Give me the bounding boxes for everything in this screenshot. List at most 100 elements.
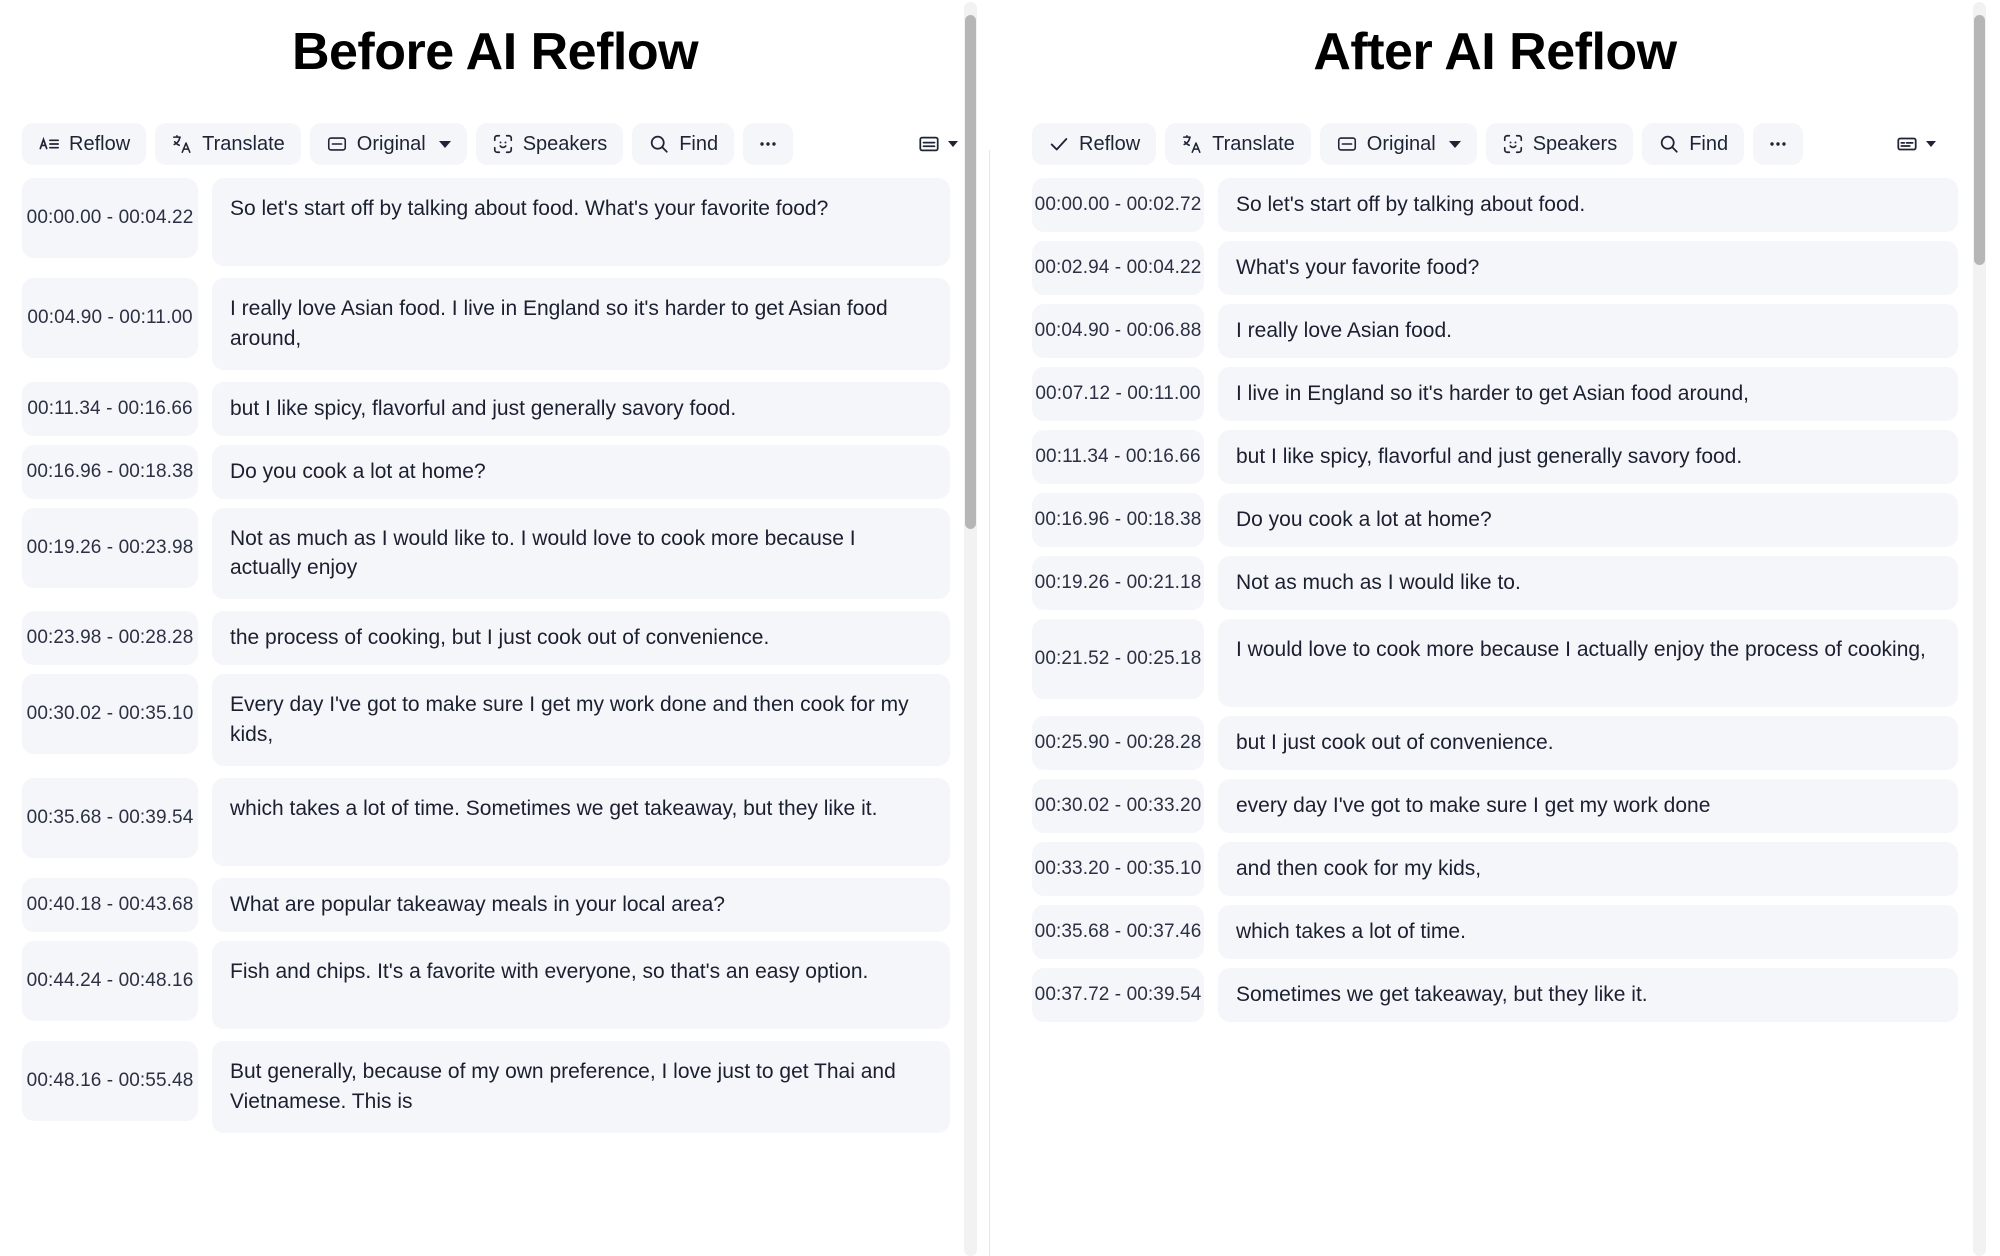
transcript-text[interactable]: the process of cooking, but I just cook …	[212, 611, 950, 666]
transcript-text[interactable]: I really love Asian food.	[1218, 304, 1958, 358]
transcript-row[interactable]: 00:23.98 - 00:28.28 the process of cookin…	[22, 611, 990, 666]
transcript-row[interactable]: 00:16.96 - 00:18.38 Do you cook a lot at …	[22, 444, 990, 499]
transcript-text[interactable]: Not as much as I would like to. I would …	[212, 507, 950, 600]
transcript-row[interactable]: 00:16.96 - 00:18.38 Do you cook a lot at …	[1032, 493, 2000, 547]
transcript-timestamp[interactable]: 00:04.90 - 00:06.88	[1032, 304, 1204, 358]
view-layout-toggle[interactable]	[1896, 133, 1976, 155]
transcript-timestamp[interactable]: 00:40.18 - 00:43.68	[22, 877, 198, 932]
transcript-row[interactable]: 00:40.18 - 00:43.68 What are popular take…	[22, 877, 990, 932]
search-icon	[1658, 133, 1680, 155]
translate-icon	[1181, 133, 1203, 155]
view-layout-toggle[interactable]	[918, 133, 968, 155]
transcript-timestamp[interactable]: 00:37.72 - 00:39.54	[1032, 968, 1204, 1022]
transcript-timestamp[interactable]: 00:25.90 - 00:28.28	[1032, 716, 1204, 770]
scrollbar-thumb[interactable]	[965, 14, 976, 529]
transcript-timestamp[interactable]: 00:30.02 - 00:35.10	[22, 674, 198, 755]
transcript-text[interactable]: but I like spicy, flavorful and just gen…	[212, 381, 950, 436]
scrollbar-thumb[interactable]	[1974, 14, 1985, 266]
translate-button[interactable]: Translate	[1165, 123, 1311, 165]
transcript-text[interactable]: What's your favorite food?	[1218, 241, 1958, 295]
transcript-timestamp[interactable]: 00:07.12 - 00:11.00	[1032, 367, 1204, 421]
transcript-row[interactable]: 00:00.00 - 00:04.22 So let's start off by…	[22, 178, 990, 266]
scrollbar-before[interactable]	[964, 2, 977, 1256]
speakers-button[interactable]: Speakers	[475, 123, 624, 165]
original-dropdown-button[interactable]: Original	[309, 123, 467, 165]
transcript-text[interactable]: I really love Asian food. I live in Engl…	[212, 278, 950, 370]
transcript-row[interactable]: 00:04.90 - 00:06.88 I really love Asian f…	[1032, 304, 2000, 358]
find-button[interactable]: Find	[632, 123, 735, 165]
transcript-text[interactable]: Fish and chips. It's a favorite with eve…	[212, 940, 950, 1029]
check-icon	[1048, 133, 1070, 155]
translate-button[interactable]: Translate	[155, 123, 301, 165]
transcript-row[interactable]: 00:30.02 - 00:33.20 every day I've got to…	[1032, 779, 2000, 833]
transcript-text[interactable]: Every day I've got to make sure I get my…	[212, 674, 950, 766]
transcript-row[interactable]: 00:33.20 - 00:35.10 and then cook for my …	[1032, 842, 2000, 896]
transcript-text[interactable]: Sometimes we get takeaway, but they like…	[1218, 968, 1958, 1022]
transcript-row[interactable]: 00:30.02 - 00:35.10 Every day I've got to…	[22, 674, 990, 766]
find-button[interactable]: Find	[1642, 123, 1745, 165]
transcript-row[interactable]: 00:48.16 - 00:55.48 But generally, becaus…	[22, 1040, 990, 1133]
transcript-timestamp[interactable]: 00:19.26 - 00:23.98	[22, 507, 198, 588]
speaker-face-icon	[492, 133, 514, 155]
transcript-timestamp[interactable]: 00:48.16 - 00:55.48	[22, 1040, 198, 1121]
transcript-row[interactable]: 00:35.68 - 00:37.46 which takes a lot of …	[1032, 905, 2000, 959]
captions-box-icon	[326, 133, 348, 155]
transcript-text[interactable]: So let's start off by talking about food…	[1218, 178, 1958, 232]
transcript-text[interactable]: So let's start off by talking about food…	[212, 178, 950, 266]
transcript-timestamp[interactable]: 00:19.26 - 00:21.18	[1032, 556, 1204, 610]
transcript-timestamp[interactable]: 00:00.00 - 00:02.72	[1032, 178, 1204, 232]
transcript-timestamp[interactable]: 00:11.34 - 00:16.66	[22, 381, 198, 436]
transcript-text[interactable]: which takes a lot of time. Sometimes we …	[212, 777, 950, 866]
transcript-timestamp[interactable]: 00:16.96 - 00:18.38	[1032, 493, 1204, 547]
transcript-timestamp[interactable]: 00:44.24 - 00:48.16	[22, 940, 198, 1021]
layout-view-compact-icon	[1896, 133, 1918, 155]
transcript-list-after[interactable]: 00:00.00 - 00:02.72 So let's start off by…	[990, 178, 2000, 1256]
speaker-face-icon	[1502, 133, 1524, 155]
transcript-row[interactable]: 00:00.00 - 00:02.72 So let's start off by…	[1032, 178, 2000, 232]
original-dropdown-button[interactable]: Original	[1319, 123, 1477, 165]
transcript-text[interactable]: Do you cook a lot at home?	[212, 444, 950, 499]
transcript-list-before[interactable]: 00:00.00 - 00:04.22 So let's start off by…	[0, 178, 990, 1256]
transcript-text[interactable]: which takes a lot of time.	[1218, 905, 1958, 959]
transcript-row[interactable]: 00:04.90 - 00:11.00 I really love Asian f…	[22, 278, 990, 370]
transcript-row[interactable]: 00:35.68 - 00:39.54 which takes a lot of …	[22, 777, 990, 866]
transcript-row[interactable]: 00:44.24 - 00:48.16 Fish and chips. It's …	[22, 940, 990, 1029]
transcript-timestamp[interactable]: 00:35.68 - 00:39.54	[22, 777, 198, 858]
transcript-text[interactable]: Not as much as I would like to.	[1218, 556, 1958, 610]
transcript-timestamp[interactable]: 00:16.96 - 00:18.38	[22, 444, 198, 499]
transcript-timestamp[interactable]: 00:02.94 - 00:04.22	[1032, 241, 1204, 295]
transcript-row[interactable]: 00:07.12 - 00:11.00 I live in England so …	[1032, 367, 2000, 421]
transcript-row[interactable]: 00:11.34 - 00:16.66 but I like spicy, fla…	[1032, 430, 2000, 484]
transcript-text[interactable]: I would love to cook more because I actu…	[1218, 619, 1958, 707]
transcript-timestamp[interactable]: 00:30.02 - 00:33.20	[1032, 779, 1204, 833]
transcript-text[interactable]: but I like spicy, flavorful and just gen…	[1218, 430, 1958, 484]
transcript-row[interactable]: 00:19.26 - 00:21.18 Not as much as I woul…	[1032, 556, 2000, 610]
transcript-row[interactable]: 00:02.94 - 00:04.22 What's your favorite …	[1032, 241, 2000, 295]
speakers-button-label: Speakers	[522, 133, 608, 155]
transcript-timestamp[interactable]: 00:35.68 - 00:37.46	[1032, 905, 1204, 959]
transcript-timestamp[interactable]: 00:11.34 - 00:16.66	[1032, 430, 1204, 484]
transcript-timestamp[interactable]: 00:33.20 - 00:35.10	[1032, 842, 1204, 896]
reflow-button[interactable]: Reflow	[22, 123, 147, 165]
transcript-row[interactable]: 00:25.90 - 00:28.28 but I just cook out o…	[1032, 716, 2000, 770]
transcript-timestamp[interactable]: 00:00.00 - 00:04.22	[22, 178, 198, 258]
transcript-timestamp[interactable]: 00:21.52 - 00:25.18	[1032, 619, 1204, 699]
transcript-timestamp[interactable]: 00:23.98 - 00:28.28	[22, 611, 198, 666]
transcript-text[interactable]: and then cook for my kids,	[1218, 842, 1958, 896]
reflow-button-active[interactable]: Reflow	[1032, 123, 1157, 165]
transcript-text[interactable]: I live in England so it's harder to get …	[1218, 367, 1958, 421]
more-options-button[interactable]	[1753, 123, 1804, 165]
transcript-text[interactable]: but I just cook out of convenience.	[1218, 716, 1958, 770]
transcript-text[interactable]: Do you cook a lot at home?	[1218, 493, 1958, 547]
speakers-button[interactable]: Speakers	[1485, 123, 1634, 165]
transcript-text[interactable]: every day I've got to make sure I get my…	[1218, 779, 1958, 833]
transcript-row[interactable]: 00:11.34 - 00:16.66 but I like spicy, fla…	[22, 381, 990, 436]
transcript-row[interactable]: 00:37.72 - 00:39.54 Sometimes we get take…	[1032, 968, 2000, 1022]
transcript-text[interactable]: What are popular takeaway meals in your …	[212, 877, 950, 932]
transcript-timestamp[interactable]: 00:04.90 - 00:11.00	[22, 278, 198, 358]
transcript-row[interactable]: 00:21.52 - 00:25.18 I would love to cook …	[1032, 619, 2000, 707]
more-options-button[interactable]	[743, 123, 794, 165]
scrollbar-after[interactable]	[1973, 2, 1986, 1256]
transcript-text[interactable]: But generally, because of my own prefere…	[212, 1040, 950, 1133]
transcript-row[interactable]: 00:19.26 - 00:23.98 Not as much as I woul…	[22, 507, 990, 600]
